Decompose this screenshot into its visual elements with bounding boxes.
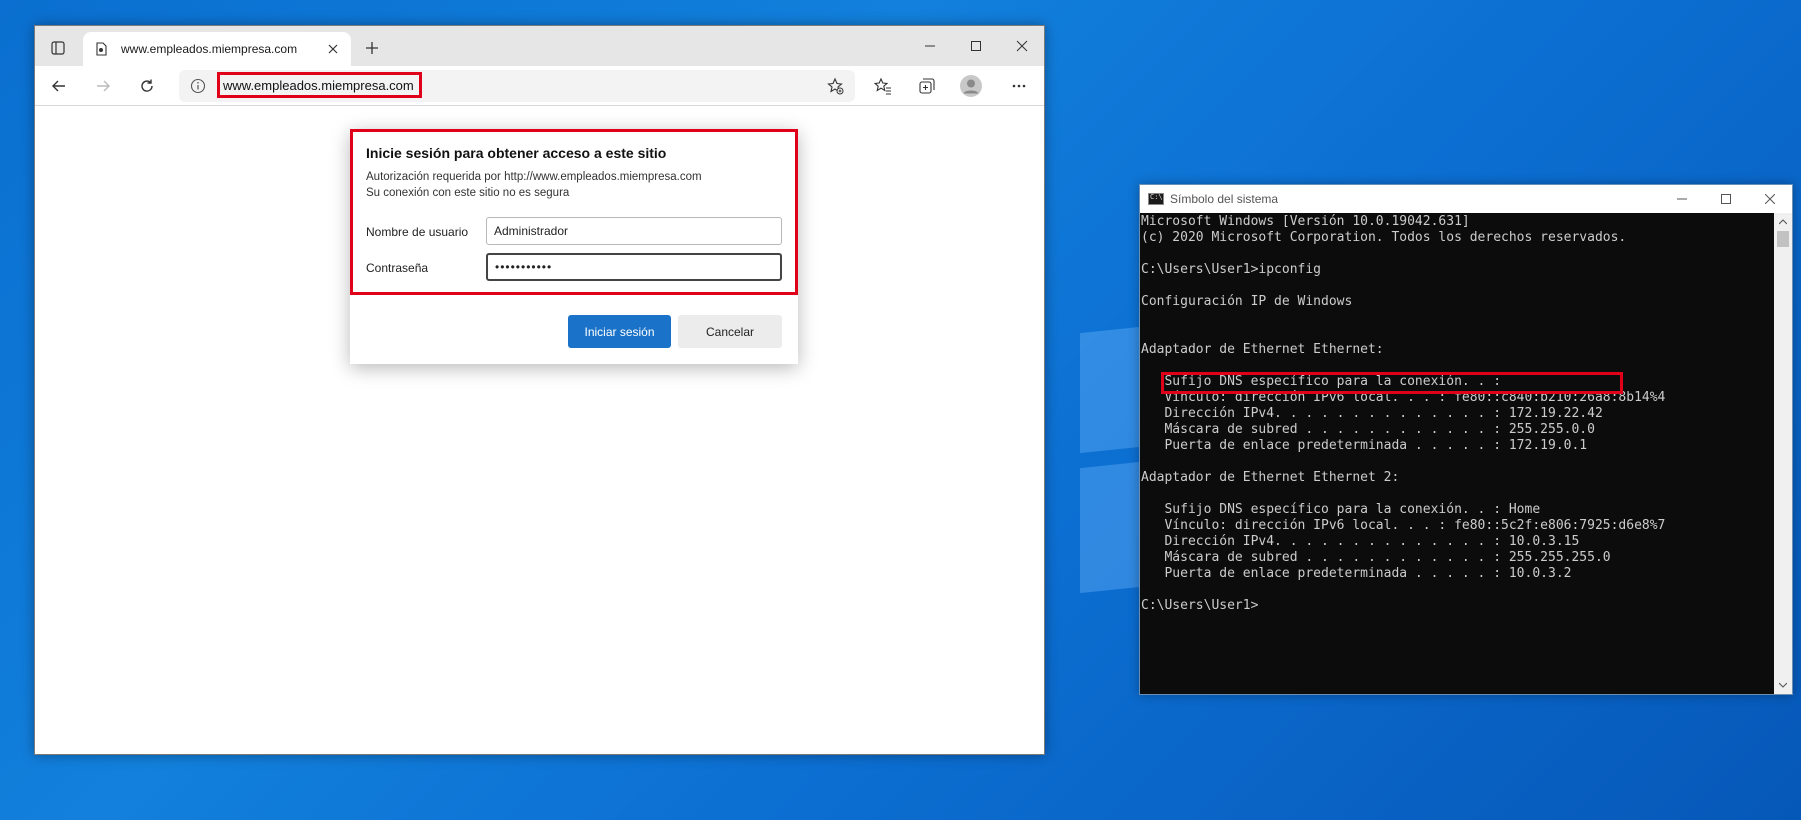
forward-button[interactable]: [87, 71, 119, 101]
add-favorite-icon[interactable]: [825, 76, 845, 96]
cmd-line: (c) 2020 Microsoft Corporation. Todos lo…: [1141, 230, 1627, 245]
cmd-line: C:\Users\User1>ipconfig: [1141, 262, 1322, 277]
password-input[interactable]: •••••••••••: [486, 253, 782, 281]
cmd-line: Puerta de enlace predeterminada . . . . …: [1141, 438, 1588, 453]
cmd-line: Máscara de subred . . . . . . . . . . . …: [1141, 550, 1611, 565]
cmd-line: [1140, 582, 1774, 598]
tab-active[interactable]: www.empleados.miempresa.com: [83, 32, 351, 66]
back-button[interactable]: [43, 71, 75, 101]
url-text[interactable]: www.empleados.miempresa.com: [223, 78, 414, 93]
tab-title: www.empleados.miempresa.com: [121, 42, 298, 56]
tab-bar: www.empleados.miempresa.com: [35, 26, 1044, 66]
cmd-line: Vínculo: dirección IPv6 local. . . : fe8…: [1141, 518, 1666, 533]
cmd-scrollbar[interactable]: [1774, 213, 1792, 694]
cmd-line: Sufijo DNS específico para la conexión. …: [1141, 502, 1541, 517]
browser-window: www.empleados.miempresa.com www.empleado…: [34, 25, 1045, 755]
desktop-light-beam: [1080, 461, 1140, 594]
username-label: Nombre de usuario: [366, 225, 469, 239]
cmd-line: [1140, 454, 1774, 470]
close-window-button[interactable]: [999, 26, 1045, 66]
refresh-button[interactable]: [131, 71, 163, 101]
cmd-line: [1140, 278, 1774, 294]
ipv4-highlight: [1161, 372, 1623, 394]
scroll-thumb[interactable]: [1777, 231, 1789, 247]
cmd-line: Adaptador de Ethernet Ethernet 2:: [1141, 470, 1400, 485]
cmd-icon: [1148, 193, 1164, 205]
cmd-line: Microsoft Windows [Versión 10.0.19042.63…: [1141, 214, 1470, 229]
browser-toolbar: www.empleados.miempresa.com: [35, 66, 1044, 106]
desktop-light-beam: [1080, 326, 1140, 454]
cmd-maximize-button[interactable]: [1704, 185, 1748, 213]
minimize-button[interactable]: [907, 26, 953, 66]
new-tab-button[interactable]: [357, 34, 387, 62]
cmd-output[interactable]: Microsoft Windows [Versión 10.0.19042.63…: [1140, 213, 1774, 694]
tab-actions-icon[interactable]: [43, 34, 73, 62]
favorites-icon[interactable]: [867, 71, 899, 101]
url-highlight: www.empleados.miempresa.com: [217, 72, 422, 98]
password-label: Contraseña: [366, 261, 429, 275]
scroll-up-icon[interactable]: [1778, 217, 1788, 227]
cmd-titlebar: Símbolo del sistema: [1140, 185, 1792, 213]
cmd-line: Máscara de subred . . . . . . . . . . . …: [1141, 422, 1595, 437]
tab-close-icon[interactable]: [325, 41, 341, 57]
address-bar[interactable]: www.empleados.miempresa.com: [179, 70, 855, 102]
cmd-line: Configuración IP de Windows: [1141, 294, 1353, 309]
collections-icon[interactable]: [911, 71, 943, 101]
cancel-button[interactable]: Cancelar: [678, 315, 782, 348]
cmd-line: Dirección IPv4. . . . . . . . . . . . . …: [1141, 406, 1603, 421]
cmd-line: [1140, 326, 1774, 342]
cmd-line: Puerta de enlace predeterminada . . . . …: [1141, 566, 1572, 581]
cmd-line: C:\Users\User1>: [1141, 598, 1259, 613]
auth-required-text: Autorización requerida por http://www.em…: [366, 171, 702, 183]
cmd-line: [1140, 246, 1774, 262]
cmd-line: Dirección IPv4. . . . . . . . . . . . . …: [1141, 534, 1580, 549]
signin-button[interactable]: Iniciar sesión: [568, 315, 671, 348]
cmd-title: Símbolo del sistema: [1170, 192, 1279, 206]
cmd-minimize-button[interactable]: [1660, 185, 1704, 213]
dialog-title: Inicie sesión para obtener acceso a este…: [366, 145, 667, 161]
page-icon: [93, 41, 109, 57]
cmd-line: [1140, 486, 1774, 502]
cmd-close-button[interactable]: [1748, 185, 1792, 213]
insecure-notice: Su conexión con este sitio no es segura: [366, 187, 570, 199]
username-input[interactable]: Administrador: [486, 217, 782, 245]
cmd-line: Adaptador de Ethernet Ethernet:: [1141, 342, 1384, 357]
cmd-line: [1140, 310, 1774, 326]
info-icon[interactable]: [189, 77, 207, 95]
cmd-window: Símbolo del sistema Microsoft Windows [V…: [1139, 184, 1793, 695]
auth-dialog: Inicie sesión para obtener acceso a este…: [350, 129, 798, 364]
more-options-icon[interactable]: [1003, 71, 1035, 101]
scroll-down-icon[interactable]: [1778, 680, 1788, 690]
maximize-button[interactable]: [953, 26, 999, 66]
profile-avatar[interactable]: [955, 71, 987, 101]
